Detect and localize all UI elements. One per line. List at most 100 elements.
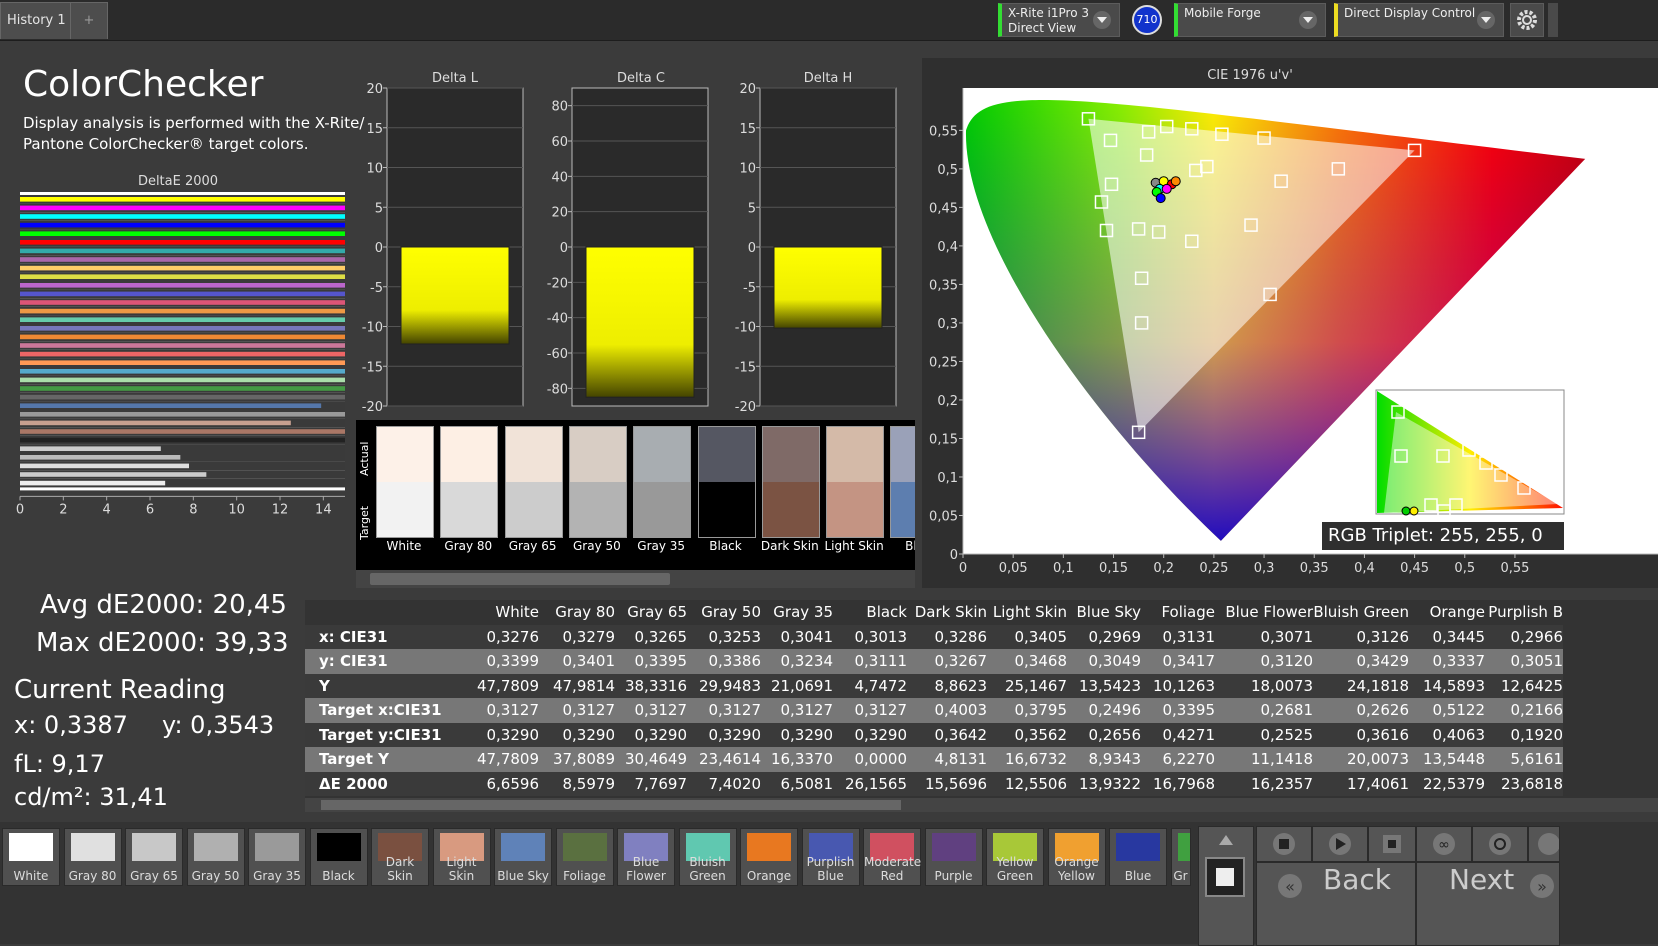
reading-fl: fL: 9,17 <box>14 750 105 778</box>
patch-scrollbar[interactable] <box>356 570 915 588</box>
refresh-button[interactable] <box>1472 826 1528 862</box>
swatch-button[interactable]: Orange <box>740 828 798 886</box>
play-button[interactable] <box>1312 826 1368 862</box>
de-tick-label: 6 <box>146 502 154 517</box>
table-cell: 0,3429 <box>1313 649 1409 674</box>
swatch-chip <box>316 833 361 861</box>
patch-label: Gray 65 <box>508 539 557 553</box>
delta-tick-label: -20 <box>735 400 756 415</box>
de-tick-label: 0 <box>16 502 24 517</box>
settings-button[interactable] <box>1510 3 1544 37</box>
swatch-button[interactable]: Foliage <box>555 828 614 886</box>
swatch-button[interactable]: White <box>2 828 60 886</box>
swatch-button[interactable]: Purplish Blue <box>801 828 860 886</box>
swatch-button[interactable]: Black <box>309 828 368 886</box>
de-tick-label: 8 <box>189 502 197 517</box>
svg-text:∞: ∞ <box>1438 837 1450 853</box>
back-button[interactable]: « Back <box>1256 862 1416 946</box>
swatch-chip <box>193 833 238 861</box>
patch-label: White <box>386 539 422 553</box>
actual-patch <box>891 427 915 482</box>
step-button[interactable] <box>1368 826 1416 862</box>
swatch-button[interactable]: Gray 35 <box>248 828 306 886</box>
loop-button[interactable]: ∞ <box>1416 826 1472 862</box>
stop-button[interactable] <box>1256 826 1312 862</box>
header-cell: Blue Sky <box>1076 603 1141 622</box>
swatch-button[interactable]: Blue <box>1109 828 1167 886</box>
step-icon <box>1383 835 1401 853</box>
swatch-button[interactable]: Purple <box>924 828 983 886</box>
swatch-button[interactable]: Yellow Green <box>986 828 1044 886</box>
next-button[interactable]: Next » <box>1416 862 1560 946</box>
table-cell: 8,5979 <box>539 771 615 796</box>
scrollbar-thumb[interactable] <box>321 800 901 810</box>
swatch-button[interactable]: Light Skin <box>432 828 491 886</box>
swatch-label: Purplish Blue <box>806 855 855 883</box>
swatch-label: Blue Flower <box>626 855 666 883</box>
swatch-button[interactable]: Gray 65 <box>125 828 183 886</box>
actual-patch <box>762 427 819 482</box>
swatch-button[interactable]: Dark Skin <box>371 828 429 886</box>
table-cell: 0,3041 <box>761 624 833 649</box>
meter-selector[interactable]: X-Rite i1Pro 3 Direct View <box>998 3 1120 37</box>
swatch-label: Orange <box>746 869 792 883</box>
header-cell <box>305 600 459 625</box>
table-cell: 0,3253 <box>687 624 761 649</box>
display-control-selector[interactable]: Direct Display Control <box>1334 3 1504 37</box>
swatch-chip <box>70 833 115 861</box>
table-cell: 0,3111 <box>833 649 907 674</box>
table-cell: 0,3290 <box>459 722 539 747</box>
stop-measure-button[interactable] <box>1205 857 1245 897</box>
table-cell: 10,1263 <box>1141 673 1215 698</box>
delta-tick-label: 20 <box>739 82 756 97</box>
table-cell: 23,4614 <box>687 747 761 772</box>
patch-pair <box>826 426 885 538</box>
swatch-button[interactable]: Gray 50 <box>186 828 245 886</box>
swatch-label: Dark Skin <box>385 855 415 883</box>
arrow-up-icon[interactable] <box>1211 831 1241 851</box>
swatch-button[interactable]: Orange Yellow <box>1047 828 1106 886</box>
patch-label: Dark Skin <box>760 539 819 553</box>
actual-marker <box>1155 193 1166 204</box>
description-line: Pantone ColorChecker® target colors. <box>23 135 309 153</box>
header-cell: White <box>495 603 539 622</box>
table-scrollbar[interactable] <box>305 798 1658 812</box>
add-tab-button[interactable]: + <box>70 2 108 39</box>
cie-y-tick-label: 0,5 <box>937 163 958 178</box>
table-cell: 47,7809 <box>459 747 539 772</box>
swatch-label: Gray 35 <box>253 869 301 883</box>
patch-label: Gray 50 <box>573 539 621 553</box>
meter-badge[interactable]: 710 <box>1132 5 1162 35</box>
table-cell: 0,3405 <box>987 624 1067 649</box>
reading-x: x: 0,3387 <box>14 711 128 739</box>
profile-selector[interactable]: Mobile Forge <box>1174 3 1326 37</box>
table-cell: 0,1920 <box>1485 722 1563 747</box>
patch-pair <box>890 426 915 538</box>
swatch-button[interactable]: Blue Sky <box>494 828 552 886</box>
table-cell: 0,3276 <box>459 624 539 649</box>
swatch-button[interactable]: Gray 80 <box>63 828 122 886</box>
de-bar <box>20 377 345 383</box>
swatch-button[interactable]: Moderate Red <box>863 828 921 886</box>
table-cell: 0,3286 <box>907 624 987 649</box>
table-cell: 0,3127 <box>761 698 833 723</box>
table-cell: 38,3316 <box>615 673 687 698</box>
reading-cdm2: cd/m²: 31,41 <box>14 783 168 811</box>
play-icon <box>1329 833 1351 855</box>
swatch-button[interactable]: Blue Flower <box>617 828 675 886</box>
swatch-label: White <box>13 869 49 883</box>
de-bar <box>20 326 345 331</box>
tab-history-1[interactable]: History 1 <box>0 2 76 39</box>
table-row: x: CIE31 0,3276 0,3279 0,3265 0,3253 0,3041 0,… <box>305 624 1563 649</box>
swatch-button[interactable]: Bluish Green <box>678 828 737 886</box>
patch-comparison-panel: Actual Target White Gray 80 Gray 65 Gray 50… <box>356 420 915 588</box>
swatch-label: Yellow Green <box>996 855 1034 883</box>
swatch-button[interactable]: Gr <box>1170 828 1191 886</box>
de-bar <box>20 420 291 426</box>
de-bar <box>20 231 345 236</box>
delta-tick-label: -60 <box>547 347 568 362</box>
scrollbar-thumb[interactable] <box>370 573 670 585</box>
swatch-label: Gray 80 <box>68 869 117 883</box>
table-cell: 0,3468 <box>987 649 1067 674</box>
extra-button[interactable] <box>1528 826 1560 862</box>
